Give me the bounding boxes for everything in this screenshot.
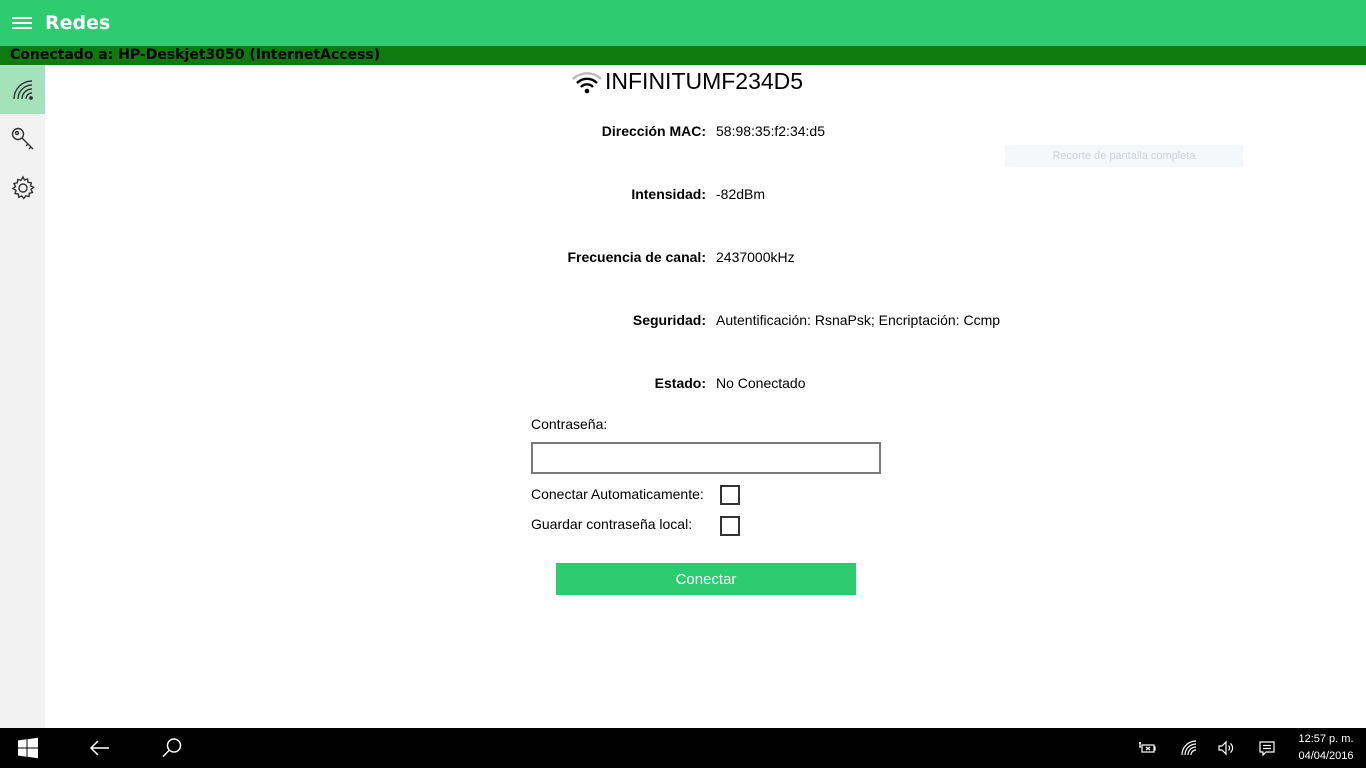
title-bar: Redes xyxy=(0,0,1366,46)
speaker-icon xyxy=(1218,740,1234,756)
field-label: Dirección MAC: xyxy=(601,123,706,139)
search-button[interactable] xyxy=(148,728,196,768)
field-value: -82dBm xyxy=(716,186,766,202)
hamburger-menu-icon[interactable] xyxy=(0,0,44,46)
wifi-icon xyxy=(1181,740,1197,756)
start-button[interactable] xyxy=(4,728,52,768)
clock-time: 12:57 p. m. xyxy=(1298,733,1354,745)
field-value: No Conectado xyxy=(716,375,806,391)
key-icon xyxy=(11,127,33,149)
connect-button[interactable]: Conectar xyxy=(556,563,856,595)
rail-item-keys[interactable] xyxy=(0,114,45,163)
tray-volume[interactable] xyxy=(1211,728,1241,768)
rail-item-settings[interactable] xyxy=(0,163,45,212)
auto-connect-row: Conectar Automaticamente: xyxy=(531,486,704,502)
navigation-rail xyxy=(0,65,45,728)
save-password-checkbox[interactable] xyxy=(720,516,740,536)
auto-connect-checkbox[interactable] xyxy=(720,485,740,505)
field-value: 2437000kHz xyxy=(716,249,795,265)
clock-date: 04/04/2016 xyxy=(1298,750,1354,762)
password-input[interactable] xyxy=(531,442,881,474)
app-title: Redes xyxy=(45,12,111,34)
gear-icon xyxy=(11,175,35,200)
field-value: Autentificación: RsnaPsk; Encriptación: … xyxy=(716,312,1001,328)
save-password-row: Guardar contraseña local: xyxy=(531,516,692,532)
taskbar: 12:57 p. m. 04/04/2016 xyxy=(0,728,1366,768)
field-value: 58:98:35:f2:34:d5 xyxy=(716,123,825,139)
network-detail-panel: INFINITUMF234D5 Recorte de pantalla comp… xyxy=(45,65,1366,728)
password-label: Contraseña: xyxy=(531,416,608,432)
taskbar-clock[interactable]: 12:57 p. m. 04/04/2016 xyxy=(1290,731,1362,765)
field-label: Estado: xyxy=(654,375,706,391)
field-label: Seguridad: xyxy=(632,312,706,328)
rail-item-networks[interactable] xyxy=(0,65,45,114)
search-icon xyxy=(162,738,182,758)
wifi-signal-icon xyxy=(572,71,602,93)
network-ssid: INFINITUMF234D5 xyxy=(605,68,804,94)
field-label: Intensidad: xyxy=(631,186,706,202)
action-center-icon xyxy=(1259,741,1275,757)
back-button[interactable] xyxy=(76,728,124,768)
battery-charging-icon xyxy=(1139,742,1156,753)
back-arrow-icon xyxy=(89,740,109,756)
network-title: INFINITUMF234D5 xyxy=(571,68,803,95)
tray-battery[interactable] xyxy=(1132,728,1162,768)
tray-notifications[interactable] xyxy=(1252,728,1282,768)
save-password-label: Guardar contraseña local: xyxy=(531,516,693,532)
wifi-icon xyxy=(12,79,33,100)
auto-connect-label: Conectar Automaticamente: xyxy=(531,486,704,502)
screenshot-overlay: Recorte de pantalla completa xyxy=(1005,145,1243,167)
field-label: Frecuencia de canal: xyxy=(567,249,706,265)
connection-status: Conectado a: HP-Deskjet3050 (InternetAcc… xyxy=(0,46,1366,65)
windows-logo-icon xyxy=(18,737,38,759)
tray-network[interactable] xyxy=(1174,728,1204,768)
